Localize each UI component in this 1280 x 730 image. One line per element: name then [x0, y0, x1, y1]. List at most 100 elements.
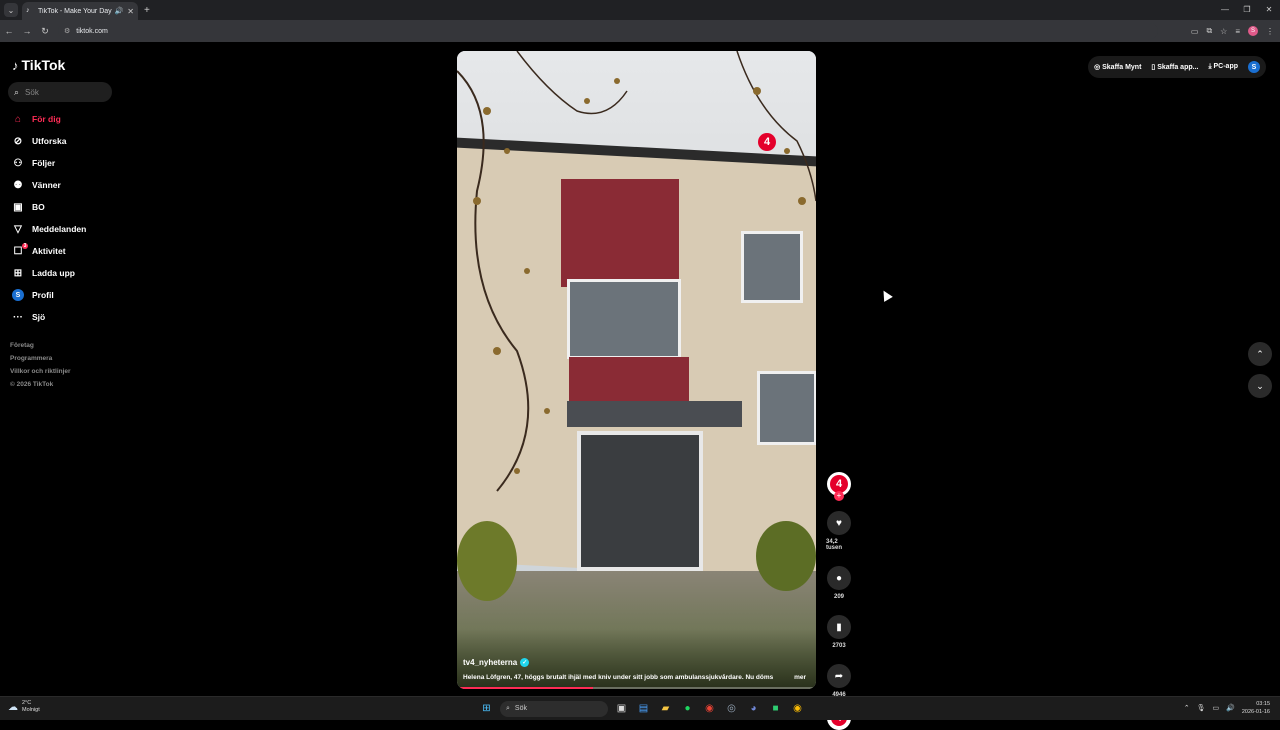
tiktok-logo[interactable]: ♪ TikTok	[12, 57, 65, 73]
footer-link-program[interactable]: Programmera	[10, 355, 71, 368]
comment-icon: ●	[835, 572, 843, 584]
activity-icon: ☐ 3	[13, 242, 28, 257]
site-info-icon[interactable]: ⚙	[64, 27, 70, 35]
save-button[interactable]: ▮	[827, 615, 851, 639]
sidebar-item-label: Sjö	[32, 312, 46, 322]
sidebar-item-upload[interactable]: ⊞ Ladda upp	[10, 262, 86, 284]
network-icon[interactable]: ▭	[1213, 704, 1220, 712]
chrome-active-icon[interactable]: ◉	[789, 700, 806, 717]
like-button[interactable]: ♥	[827, 511, 851, 535]
share-icon: ➦	[834, 670, 844, 682]
sidebar-item-activity[interactable]: ☐ 3 Aktivitet	[10, 240, 86, 262]
video-player[interactable]: 4 tv4_nyheterna ✓ Helena Löfgren, 47, hö…	[457, 51, 816, 689]
taskbar-search-label: Sök	[514, 705, 527, 712]
sidebar-item-messages[interactable]: ▽ Meddelanden	[10, 218, 86, 240]
previous-video-button[interactable]: ⌃	[1248, 342, 1272, 366]
author-name: tv4_nyheterna	[463, 658, 518, 667]
search-input[interactable]: ⌕ Sök	[8, 82, 112, 102]
video-progress-bar[interactable]	[457, 687, 816, 689]
minimize-button[interactable]: —	[1214, 0, 1236, 20]
sidebar-item-explore[interactable]: ⊘ Utforska	[10, 130, 86, 152]
steam-icon[interactable]: ◎	[723, 700, 740, 717]
mic-icon[interactable]: 🎙	[1197, 704, 1206, 712]
sidebar-item-label: Utforska	[32, 136, 67, 146]
translate-icon[interactable]: ⧉	[1206, 26, 1212, 36]
back-button[interactable]: ←	[0, 26, 18, 36]
bookmark-star-icon[interactable]: ☆	[1220, 27, 1227, 36]
pc-app-button[interactable]: ⤓ PC-app	[1208, 63, 1238, 71]
taskbar-search[interactable]: ⌕ Sök	[500, 700, 608, 717]
follow-plus-icon[interactable]: +	[834, 491, 844, 501]
footer-link-company[interactable]: Företag	[10, 342, 71, 355]
restore-button[interactable]: ❐	[1236, 0, 1258, 20]
comment-count: 209	[833, 594, 844, 600]
sidebar-item-label: Meddelanden	[32, 224, 87, 234]
video-progress-fill	[457, 687, 594, 689]
browser-profile-avatar[interactable]: S	[1248, 26, 1258, 36]
save-count: 2703	[832, 643, 846, 649]
get-app-label: Skaffa app...	[1157, 64, 1199, 71]
tab-title: TikTok - Make Your Day	[38, 7, 112, 15]
sidebar-item-friends[interactable]: ⚉ Vänner	[10, 174, 86, 196]
forward-button[interactable]: →	[18, 26, 36, 36]
logo-text: TikTok	[21, 57, 66, 73]
following-icon: ⚇	[13, 157, 23, 169]
media-controls-icon[interactable]: ≡	[1235, 27, 1240, 36]
get-coins-button[interactable]: ◎ Skaffa Mynt	[1094, 63, 1141, 71]
start-icon[interactable]: ⊞	[478, 700, 495, 717]
creator-avatar[interactable]: 4 +	[827, 472, 851, 501]
comment-button[interactable]: ●	[827, 566, 851, 590]
top-actions: ◎ Skaffa Mynt ▯ Skaffa app... ⤓ PC-app S	[1088, 56, 1266, 78]
address-bar[interactable]: ⚙ tiktok.com	[58, 23, 1158, 39]
heart-icon: ♥	[836, 517, 842, 529]
share-button[interactable]: ➦	[827, 664, 851, 688]
browser-menu-icon[interactable]: ⋮	[1266, 27, 1274, 36]
browser-toolbar-icons: ▭ ⧉ ☆ ≡ S ⋮	[1191, 20, 1274, 42]
caption-more-button[interactable]: mer	[794, 674, 806, 681]
verified-icon: ✓	[520, 658, 530, 667]
sidebar-item-for-you[interactable]: ⌂ För dig	[10, 108, 86, 130]
new-tab-button[interactable]: +	[144, 5, 150, 16]
sidebar-item-label: Vänner	[32, 180, 61, 190]
get-app-button[interactable]: ▯ Skaffa app...	[1151, 63, 1198, 71]
sidebar-item-more[interactable]: ··· Sjö	[10, 306, 86, 328]
chrome-icon[interactable]: ◉	[701, 700, 718, 717]
upload-icon: ⊞	[13, 267, 23, 279]
profile-avatar: S	[10, 289, 26, 302]
weather-widget[interactable]: ☁ 2°C Molnigt	[8, 700, 40, 714]
tray-chevron-icon[interactable]: ⌃	[1184, 704, 1190, 712]
search-icon: ⌕	[14, 86, 20, 97]
browser-tab[interactable]: ♪ TikTok - Make Your Day 🔊 ✕	[22, 2, 138, 20]
tv4-watermark-logo: 4	[758, 133, 776, 151]
pc-app-label: PC-app	[1213, 63, 1239, 70]
messages-icon: ▽	[14, 223, 22, 235]
sidebar-item-profile[interactable]: S Profil	[10, 284, 86, 306]
get-coins-label: Skaffa Mynt	[1102, 64, 1142, 71]
sidebar-item-following[interactable]: ⚇ Följer	[10, 152, 86, 174]
widgets-icon[interactable]: ▤	[635, 700, 652, 717]
task-view-icon[interactable]: ▣	[613, 700, 630, 717]
mouse-cursor	[879, 288, 893, 302]
discord-icon[interactable]: ◕	[745, 700, 762, 717]
user-avatar[interactable]: S	[1248, 61, 1260, 73]
video-author[interactable]: tv4_nyheterna ✓	[463, 658, 530, 667]
close-window-button[interactable]: ✕	[1258, 0, 1280, 20]
footer-link-terms[interactable]: Villkor och riktlinjer	[10, 368, 71, 381]
sidebar-item-live[interactable]: ▣ BO	[10, 196, 86, 218]
clock[interactable]: 03:15 2026-01-16	[1242, 700, 1270, 716]
sidebar-item-label: Följer	[32, 158, 56, 168]
chevron-down-icon: ⌄	[1256, 380, 1264, 391]
tab-search-menu[interactable]: ⌄	[4, 3, 18, 17]
next-video-button[interactable]: ⌄	[1248, 374, 1272, 398]
tab-close-icon[interactable]: ✕	[127, 7, 134, 16]
file-explorer-icon[interactable]: ▰	[657, 700, 674, 717]
tab-audio-icon[interactable]: 🔊	[115, 7, 124, 15]
spotify-icon[interactable]: ●	[679, 700, 696, 717]
browser-toolbar: ← → ↻ ⚙ tiktok.com ▭ ⧉ ☆ ≡ S ⋮	[0, 20, 1280, 42]
window-controls: — ❐ ✕	[1214, 0, 1280, 20]
video-actions: 4 + ♥ 34,2 tusen ● 209 ▮ 2703 ➦ 4946 4	[826, 472, 852, 730]
reload-button[interactable]: ↻	[36, 26, 54, 37]
app-icon[interactable]: ■	[767, 700, 784, 717]
volume-icon[interactable]: 🔊	[1226, 704, 1235, 712]
cast-icon[interactable]: ▭	[1191, 27, 1199, 36]
